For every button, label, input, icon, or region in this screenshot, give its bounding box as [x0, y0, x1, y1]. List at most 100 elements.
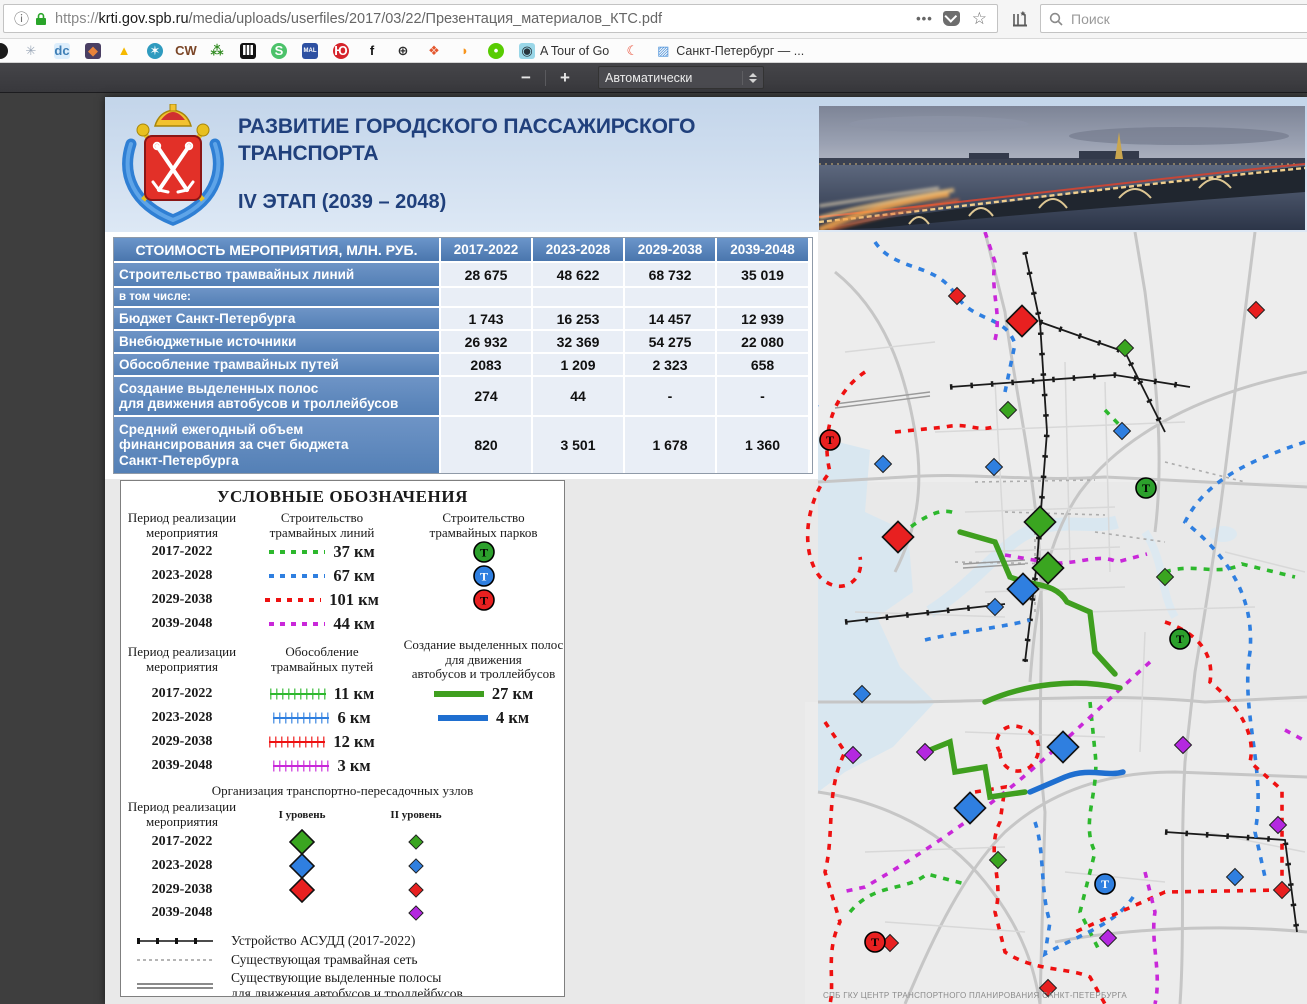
- navigation-toolbar: ⓘ https://krti.gov.spb.ru/media/uploads/…: [0, 0, 1307, 39]
- table-cell: 2083: [441, 354, 531, 375]
- zoom-select-value: Автоматически: [605, 71, 742, 85]
- pdf-viewport[interactable]: РАЗВИТИЕ ГОРОДСКОГО ПАССАЖИРСКОГО ТРАНСП…: [0, 93, 1307, 1004]
- bookmark-star-icon[interactable]: ☆: [972, 9, 987, 29]
- hub-level2-blue: [408, 858, 424, 874]
- bookmark-grass-favicon[interactable]: ⁂: [209, 43, 225, 59]
- bookmark-hatch-favicon[interactable]: ▨Санкт-Петербург — ...: [655, 43, 804, 59]
- legend-km: 27 км: [492, 684, 533, 704]
- table-cell: 16 253: [533, 308, 623, 329]
- legend-level1-header: I уровень: [243, 809, 361, 821]
- table-cell: [625, 288, 715, 306]
- gopher-favicon: ◉: [519, 43, 535, 59]
- separation-swatch-green: [270, 688, 326, 700]
- zoom-out-button[interactable]: −: [513, 66, 539, 90]
- drive-favicon: ▲: [116, 43, 132, 59]
- map-legend: УСЛОВНЫЕ ОБОЗНАЧЕНИЯ Период реализации м…: [120, 480, 565, 997]
- table-cell: [441, 288, 531, 306]
- legend-km: 101 км: [329, 590, 379, 610]
- table-cell: 3 501: [533, 417, 623, 473]
- bookmark-asterisk-favicon[interactable]: ✳: [23, 43, 39, 59]
- table-cell: 68 732: [625, 263, 715, 286]
- document-stage: IV ЭТАП (2039 – 2048): [238, 191, 446, 214]
- partial-favicon: [0, 43, 8, 59]
- table-cell: 14 457: [625, 308, 715, 329]
- bookmark-partial-favicon[interactable]: [0, 43, 8, 59]
- legend-period-header: Период реализации мероприятия: [121, 645, 243, 674]
- tram-depot-icon-red: Т: [472, 588, 496, 612]
- bookmark-gopher-favicon[interactable]: ◉ A Tour of Go: [519, 43, 609, 59]
- table-cell: 2 323: [625, 354, 715, 375]
- bookmark-drive-favicon[interactable]: ▲: [116, 43, 132, 59]
- bookmark-cw-favicon[interactable]: CW: [178, 43, 194, 59]
- bookmark-yu-favicon[interactable]: Ю: [333, 43, 349, 59]
- table-row-label: Внебюджетные источники: [114, 331, 439, 352]
- separation-swatch-red: [269, 736, 325, 748]
- bookmark-crescent-favicon[interactable]: ☾: [624, 43, 640, 59]
- svg-text:Т: Т: [871, 935, 879, 949]
- table-cell: 54 275: [625, 331, 715, 352]
- tram-line-swatch-magenta: [269, 620, 325, 628]
- bookmark-label: A Tour of Go: [540, 44, 609, 58]
- url-bar[interactable]: ⓘ https://krti.gov.spb.ru/media/uploads/…: [3, 4, 998, 33]
- browser-window: ⓘ https://krti.gov.spb.ru/media/uploads/…: [0, 0, 1307, 1004]
- box-favicon: ◆: [85, 43, 101, 59]
- legend-title: УСЛОВНЫЕ ОБОЗНАЧЕНИЯ: [121, 487, 564, 507]
- bookmark-goldfish-favicon[interactable]: ◗: [457, 43, 473, 59]
- hub-level1-red: [289, 877, 315, 903]
- table-cell: 820: [441, 417, 531, 473]
- tram-line-swatch-blue: [269, 572, 325, 580]
- table-cell: 28 675: [441, 263, 531, 286]
- cost-table: СТОИМОСТЬ МЕРОПРИЯТИЯ, МЛН. РУБ. 2017-20…: [113, 237, 813, 474]
- asterisk-favicon: ✳: [23, 43, 39, 59]
- table-row-label: Обособление трамвайных путей: [114, 354, 439, 375]
- table-cell: 1 678: [625, 417, 715, 473]
- legend-period: 2017-2022: [121, 834, 243, 850]
- zoom-select[interactable]: Автоматически: [598, 66, 764, 89]
- pdf-page: РАЗВИТИЕ ГОРОДСКОГО ПАССАЖИРСКОГО ТРАНСП…: [105, 97, 1307, 1004]
- bookmark-s-circle-favicon[interactable]: S: [271, 43, 287, 59]
- legend-buslanes-header: Создание выделенных полос для движения а…: [401, 638, 565, 682]
- bookmark-wheel-favicon[interactable]: ✶: [147, 43, 163, 59]
- zoom-in-button[interactable]: +: [552, 66, 578, 90]
- page-info-icon[interactable]: ⓘ: [14, 8, 29, 29]
- tram-line-swatch-green: [269, 548, 325, 556]
- legend-km: 4 км: [496, 708, 529, 728]
- https-lock-icon: [35, 12, 47, 26]
- cw-favicon: CW: [178, 43, 194, 59]
- table-cell: 658: [717, 354, 808, 375]
- legend-km: 3 км: [337, 756, 370, 776]
- bookmark-f-italic-favicon[interactable]: f: [364, 43, 380, 59]
- table-cell: 1 209: [533, 354, 623, 375]
- legend-period: 2023-2028: [121, 858, 243, 874]
- grass-favicon: ⁂: [209, 43, 225, 59]
- svg-text:Т: Т: [479, 594, 487, 608]
- search-box[interactable]: Поиск: [1040, 4, 1307, 33]
- separation-swatch-blue: [273, 712, 329, 724]
- mal-favicon: MAL: [302, 43, 318, 59]
- table-row-label: Бюджет Санкт-Петербурга: [114, 308, 439, 329]
- bookmark-pinwheel-favicon[interactable]: ❖: [426, 43, 442, 59]
- pocket-icon[interactable]: [943, 11, 960, 26]
- search-icon: [1049, 12, 1063, 26]
- legend-period: 2029-2038: [121, 592, 243, 608]
- table-cell: 35 019: [717, 263, 808, 286]
- table-cell: 22 080: [717, 331, 808, 352]
- bookmark-mal-favicon[interactable]: MAL: [302, 43, 318, 59]
- legend-period: 2023-2028: [121, 710, 243, 726]
- bookmark-dlc-favicon[interactable]: dc: [54, 43, 70, 59]
- hub-level1-blue: [289, 853, 315, 879]
- bookmark-owl-favicon[interactable]: •: [488, 43, 504, 59]
- bridge-photo: [819, 106, 1305, 230]
- legend-period: 2029-2038: [121, 734, 243, 750]
- tram-depot-icon-green: Т: [472, 540, 496, 564]
- library-icon[interactable]: [1008, 7, 1032, 31]
- table-cell: 1 360: [717, 417, 808, 473]
- table-cell: 1 743: [441, 308, 531, 329]
- bookmark-museum-favicon[interactable]: Ⅲ: [240, 43, 256, 59]
- bookmark-globe-favicon[interactable]: ⊕: [395, 43, 411, 59]
- map-attribution: СПБ ГКУ ЦЕНТР ТРАНСПОРТНОГО ПЛАНИРОВАНИЯ…: [823, 991, 1127, 1000]
- bookmark-box-favicon[interactable]: ◆: [85, 43, 101, 59]
- svg-text:Т: Т: [479, 546, 487, 560]
- page-actions-icon[interactable]: •••: [916, 11, 933, 26]
- svg-text:Т: Т: [1101, 877, 1109, 891]
